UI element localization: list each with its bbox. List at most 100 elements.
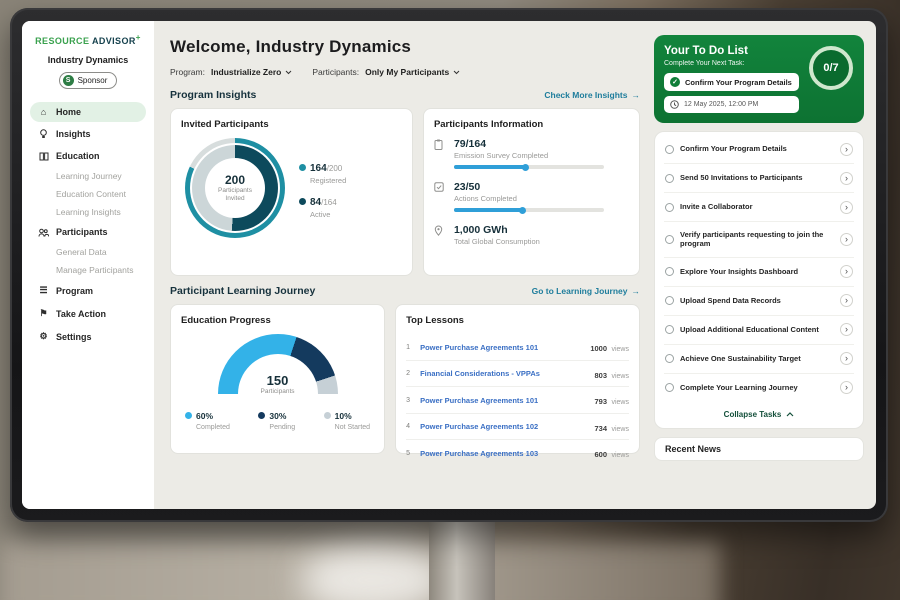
sidebar-item-label: Program <box>56 286 93 296</box>
check-more-insights-link[interactable]: Check More Insights → <box>544 90 640 100</box>
sidebar-item-label: Take Action <box>56 309 106 319</box>
task-chevron-icon[interactable]: › <box>840 172 853 185</box>
sidebar-item-manage-participants[interactable]: Manage Participants <box>30 261 146 279</box>
consumption-pin-icon <box>434 224 446 246</box>
sponsor-badge-label: Sponsor <box>78 76 108 85</box>
sidebar-item-program[interactable]: ☰ Program <box>30 280 146 301</box>
sidebar-item-learning-journey[interactable]: Learning Journey <box>30 167 146 185</box>
task-row[interactable]: Verify participants requesting to join t… <box>664 222 854 258</box>
brand-logo-secondary: ADVISOR <box>92 36 136 46</box>
lesson-link[interactable]: Financial Considerations - VPPAs <box>420 369 588 378</box>
invited-participants-donut: 200 Participants Invited <box>185 138 285 238</box>
participants-select[interactable]: Only My Participants <box>365 67 460 77</box>
card-title: Participants Information <box>434 119 629 130</box>
task-row[interactable]: Complete Your Learning Journey › <box>664 374 854 402</box>
participants-select-value: Only My Participants <box>365 67 449 77</box>
page-title: Welcome, Industry Dynamics <box>170 37 640 57</box>
sidebar-item-settings[interactable]: ⚙ Settings <box>30 326 146 347</box>
todo-card: Your To Do List Complete Your Next Task:… <box>654 35 864 123</box>
task-row[interactable]: Send 50 Invitations to Participants › <box>664 164 854 193</box>
task-checkbox[interactable] <box>665 145 674 154</box>
task-checkbox[interactable] <box>665 235 674 244</box>
program-select[interactable]: Industrialize Zero <box>211 67 292 77</box>
card-title: Education Progress <box>181 315 374 326</box>
sidebar-item-general-data[interactable]: General Data <box>30 243 146 261</box>
sidebar-item-learning-insights[interactable]: Learning Insights <box>30 203 146 221</box>
task-checkbox[interactable] <box>665 203 674 212</box>
learning-journey-header: Participant Learning Journey Go to Learn… <box>170 285 640 297</box>
gauge-center-value: 150 <box>218 373 338 388</box>
lesson-row: 1 Power Purchase Agreements 101 1000 vie… <box>406 334 629 361</box>
legend-item-not-started: 10% Not Started <box>324 406 370 431</box>
task-chevron-icon[interactable]: › <box>840 294 853 307</box>
task-row[interactable]: Explore Your Insights Dashboard › <box>664 258 854 287</box>
task-checkbox[interactable] <box>665 354 674 363</box>
sidebar-item-take-action[interactable]: ⚑ Take Action <box>30 303 146 324</box>
check-icon: ✓ <box>670 77 680 87</box>
insights-icon <box>38 129 49 139</box>
todo-progress-value: 0/7 <box>823 62 838 74</box>
arrow-right-icon: → <box>632 90 641 100</box>
next-task-pill[interactable]: ✓ Confirm Your Program Details <box>664 73 799 91</box>
task-checkbox[interactable] <box>665 296 674 305</box>
recent-news-card[interactable]: Recent News <box>654 437 864 461</box>
task-chevron-icon[interactable]: › <box>840 381 853 394</box>
task-chevron-icon[interactable]: › <box>840 352 853 365</box>
todo-progress-ring: 0/7 <box>809 46 853 90</box>
right-panel: Your To Do List Complete Your Next Task:… <box>650 21 876 509</box>
task-checkbox[interactable] <box>665 325 674 334</box>
sponsor-badge[interactable]: S Sponsor <box>59 72 118 89</box>
task-chevron-icon[interactable]: › <box>840 323 853 336</box>
participants-filter-label: Participants: <box>312 67 359 77</box>
monitor-stand <box>429 516 495 600</box>
collapse-tasks-link[interactable]: Collapse Tasks <box>664 402 854 426</box>
task-checkbox[interactable] <box>665 174 674 183</box>
task-row[interactable]: Invite a Collaborator › <box>664 193 854 222</box>
task-row[interactable]: Upload Additional Educational Content › <box>664 316 854 345</box>
lesson-link[interactable]: Power Purchase Agreements 103 <box>420 449 588 458</box>
donut-center-value: 200 <box>225 173 245 187</box>
lesson-link[interactable]: Power Purchase Agreements 102 <box>420 422 588 431</box>
sidebar-item-label: Education <box>56 151 100 161</box>
task-chevron-icon[interactable]: › <box>840 143 853 156</box>
top-lessons-card: Top Lessons 1 Power Purchase Agreements … <box>395 304 640 454</box>
invited-donut-inner: 200 Participants Invited <box>192 145 278 231</box>
sidebar-item-label: Home <box>56 107 81 117</box>
flag-icon: ⚑ <box>38 308 49 319</box>
emission-survey-stat: 79/164 Emission Survey Completed <box>434 138 629 169</box>
due-date-pill: 12 May 2025, 12:00 PM <box>664 96 799 113</box>
task-row[interactable]: Achieve One Sustainability Target › <box>664 345 854 374</box>
sidebar-item-education[interactable]: Education <box>30 146 146 166</box>
sidebar-item-home[interactable]: ⌂ Home <box>30 102 146 122</box>
task-row[interactable]: Upload Spend Data Records › <box>664 287 854 316</box>
monitor-bezel: RESOURCE ADVISOR+ Industry Dynamics S Sp… <box>10 8 888 522</box>
sidebar: RESOURCE ADVISOR+ Industry Dynamics S Sp… <box>22 21 154 509</box>
sidebar-item-participants[interactable]: Participants <box>30 222 146 242</box>
task-checkbox[interactable] <box>665 267 674 276</box>
legend-dot <box>299 198 306 205</box>
sidebar-item-label: Participants <box>56 227 108 237</box>
task-chevron-icon[interactable]: › <box>840 265 853 278</box>
task-row[interactable]: Confirm Your Program Details › <box>664 135 854 164</box>
lesson-row: 3 Power Purchase Agreements 101 793 view… <box>406 387 629 414</box>
actions-completed-stat: 23/50 Actions Completed <box>434 181 629 212</box>
legend-item-registered: 164/200 Registered <box>299 158 346 185</box>
task-chevron-icon[interactable]: › <box>840 233 853 246</box>
sidebar-item-education-content[interactable]: Education Content <box>30 185 146 203</box>
lesson-views: 600 views <box>595 444 629 462</box>
lesson-views: 734 views <box>595 418 629 436</box>
task-checkbox[interactable] <box>665 383 674 392</box>
task-chevron-icon[interactable]: › <box>840 201 853 214</box>
go-to-learning-journey-link[interactable]: Go to Learning Journey → <box>532 286 640 296</box>
recent-news-title: Recent News <box>665 444 721 454</box>
brand-logo-primary: RESOURCE <box>35 36 89 46</box>
filter-bar: Program: Industrialize Zero Participants… <box>170 67 640 77</box>
lesson-link[interactable]: Power Purchase Agreements 101 <box>420 343 584 352</box>
actions-completed-progressbar <box>454 208 604 212</box>
education-progress-card: Education Progress 150 Participants 60 <box>170 304 385 454</box>
lesson-link[interactable]: Power Purchase Agreements 101 <box>420 396 588 405</box>
legend-dot <box>299 164 306 171</box>
sidebar-item-insights[interactable]: Insights <box>30 124 146 144</box>
donut-legend: 164/200 Registered 84/164 Active <box>299 151 346 226</box>
arrow-right-icon: → <box>632 286 641 296</box>
